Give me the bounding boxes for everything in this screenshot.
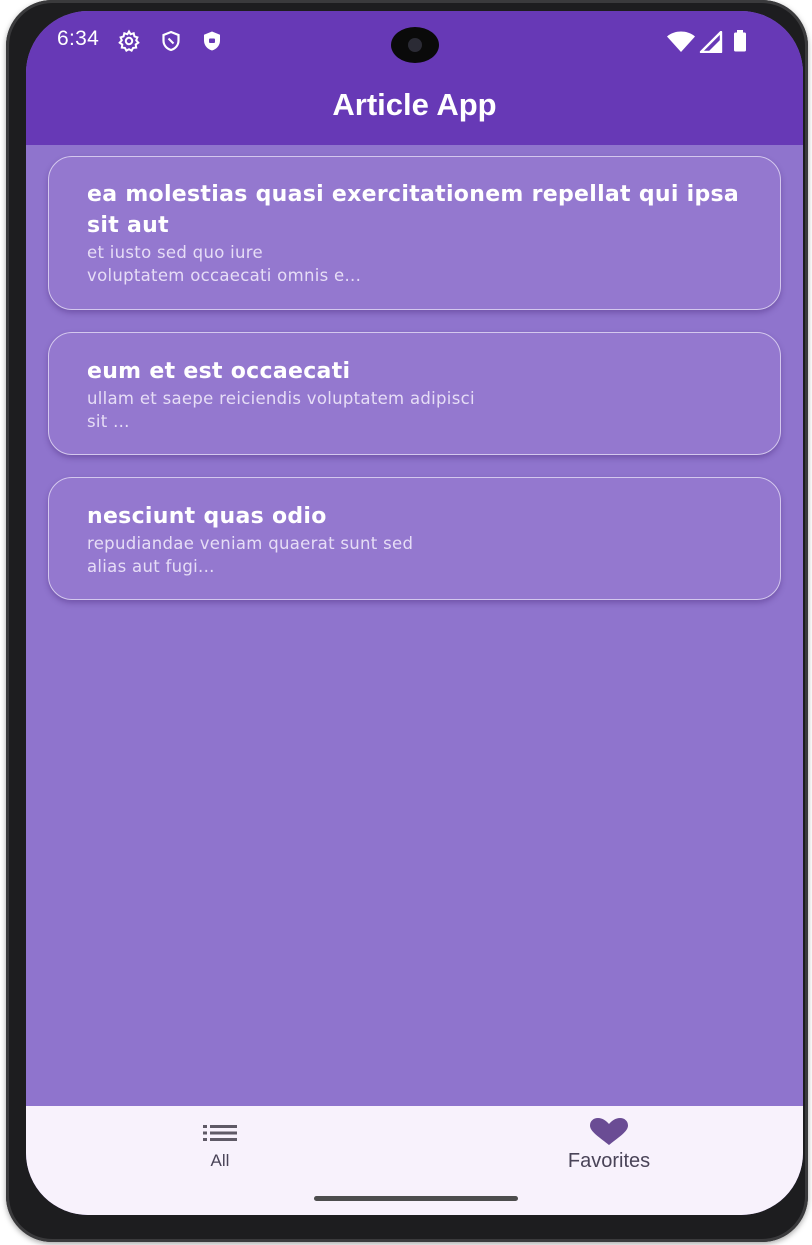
- nav-item-all[interactable]: All: [120, 1106, 320, 1186]
- app-header: 6:34 Article App: [26, 11, 803, 145]
- device-frame: 6:34 Article App ea molestias quasi exer…: [6, 0, 808, 1242]
- home-indicator: [314, 1196, 518, 1201]
- list-icon: [203, 1125, 237, 1141]
- status-time: 6:34: [57, 27, 100, 50]
- wifi-icon: [667, 31, 695, 52]
- shield-outline-icon: [162, 30, 180, 52]
- article-card[interactable]: eum et est occaecati ullam et saepe reic…: [48, 332, 781, 455]
- article-title: nesciunt quas odio: [87, 504, 327, 529]
- article-body: et iusto sed quo iure voluptatem occaeca…: [87, 243, 362, 285]
- nav-item-favorites[interactable]: Favorites: [509, 1106, 709, 1186]
- nav-label-all: All: [210, 1151, 230, 1170]
- cellular-signal-icon: [699, 31, 723, 53]
- battery-icon: [734, 30, 746, 52]
- settings-gear-icon: [118, 29, 140, 52]
- article-card[interactable]: nesciunt quas odio repudiandae veniam qu…: [48, 477, 781, 600]
- article-title: eum et est occaecati: [87, 359, 351, 384]
- article-body: ullam et saepe reiciendis voluptatem adi…: [87, 389, 475, 431]
- phone-screen: 6:34 Article App ea molestias quasi exer…: [26, 11, 803, 1215]
- app-title: Article App: [332, 87, 497, 122]
- heart-icon: [590, 1118, 628, 1145]
- article-card[interactable]: ea molestias quasi exercitationem repell…: [48, 156, 781, 310]
- nav-label-favorites: Favorites: [567, 1150, 651, 1172]
- article-title: ea molestias quasi exercitationem repell…: [87, 182, 740, 238]
- article-body: repudiandae veniam quaerat sunt sed alia…: [87, 534, 414, 576]
- shield-filled-icon: [204, 31, 220, 51]
- front-camera: [391, 27, 439, 63]
